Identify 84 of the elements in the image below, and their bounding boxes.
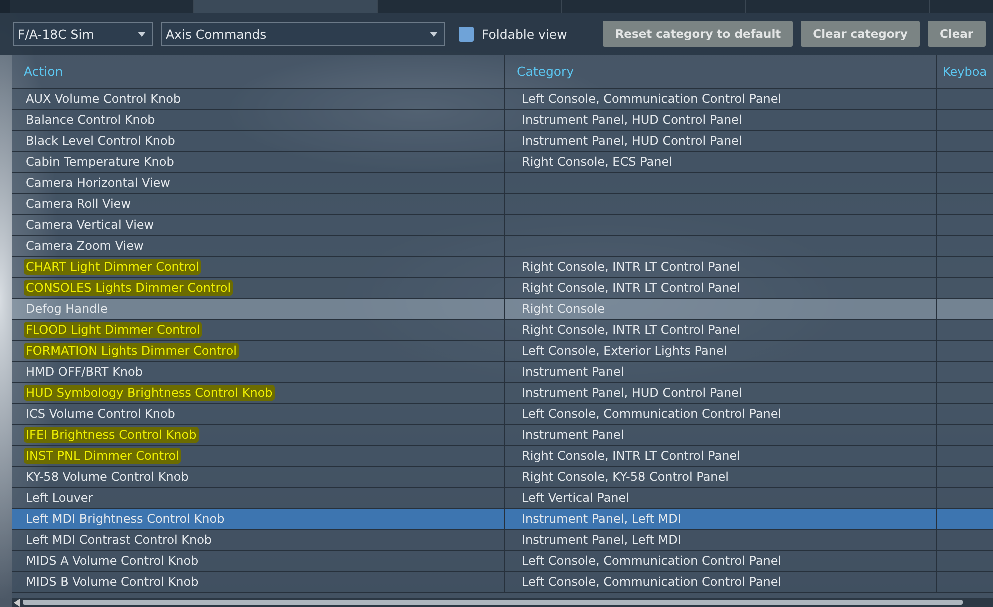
category-cell-text: Left Console, Communication Control Panel bbox=[521, 574, 783, 590]
action-cell: CHART Light Dimmer Control bbox=[24, 259, 202, 275]
category-cell-text: Right Console, INTR LT Control Panel bbox=[521, 448, 742, 464]
aircraft-dropdown[interactable]: F/A-18C Sim bbox=[13, 22, 153, 46]
action-cell-text: HMD OFF/BRT Knob bbox=[25, 364, 144, 380]
category-cell-text: Right Console bbox=[521, 301, 606, 317]
category-cell-text: Left Console, Communication Control Panel bbox=[521, 553, 783, 569]
table-row[interactable]: Left MDI Contrast Control Knob Instrument Panel, Left MDI bbox=[12, 530, 993, 551]
table-row[interactable]: CONSOLES Lights Dimmer Control Right Console, INTR LT Control Panel bbox=[12, 278, 993, 299]
category-cell-text: Instrument Panel, HUD Control Panel bbox=[521, 133, 744, 149]
table-row[interactable]: HUD Symbology Brightness Control Knob Instrument Panel, HUD Control Panel bbox=[12, 383, 993, 404]
action-cell-text: Camera Roll View bbox=[25, 196, 132, 212]
table-row[interactable]: MIDS B Volume Control Knob Left Console, Communication Control Panel bbox=[12, 572, 993, 593]
action-cell-text: Black Level Control Knob bbox=[25, 133, 176, 149]
action-cell-text: Balance Control Knob bbox=[25, 112, 156, 128]
table-row[interactable]: Camera Roll View bbox=[12, 194, 993, 215]
action-cell-text: Camera Horizontal View bbox=[25, 175, 172, 191]
category-cell-text: Right Console, KY-58 Control Panel bbox=[521, 469, 730, 485]
category-cell-text: Instrument Panel, Left MDI bbox=[521, 532, 682, 548]
foldable-view-label: Foldable view bbox=[482, 26, 568, 42]
table-row[interactable]: Black Level Control Knob Instrument Panel, HUD Control Panel bbox=[12, 131, 993, 152]
category-cell-text: Right Console, INTR LT Control Panel bbox=[521, 322, 742, 338]
table-row[interactable]: FORMATION Lights Dimmer Control Left Console, Exterior Lights Panel bbox=[12, 341, 993, 362]
tab[interactable] bbox=[562, 0, 746, 13]
tab[interactable] bbox=[746, 0, 930, 13]
tab[interactable] bbox=[10, 0, 194, 13]
action-cell: HUD Symbology Brightness Control Knob bbox=[24, 385, 275, 401]
category-dropdown[interactable]: Axis Commands bbox=[161, 22, 445, 46]
category-cell-text: Left Console, Communication Control Panel bbox=[521, 91, 783, 107]
category-cell-text: Left Vertical Panel bbox=[521, 490, 630, 506]
table-row[interactable]: AUX Volume Control Knob Left Console, Communication Control Panel bbox=[12, 89, 993, 110]
action-cell-text: MIDS B Volume Control Knob bbox=[25, 574, 200, 590]
table-row[interactable]: Camera Vertical View bbox=[12, 215, 993, 236]
action-cell-text: MIDS A Volume Control Knob bbox=[25, 553, 200, 569]
action-cell-text: Defog Handle bbox=[25, 301, 109, 317]
table-row[interactable]: KY-58 Volume Control Knob Right Console, KY-58 Control Panel bbox=[12, 467, 993, 488]
table-row[interactable]: Balance Control Knob Instrument Panel, HUD Control Panel bbox=[12, 110, 993, 131]
table-row[interactable]: Camera Zoom View bbox=[12, 236, 993, 257]
action-cell: IFEI Brightness Control Knob bbox=[24, 427, 199, 443]
table-row[interactable]: ICS Volume Control Knob Left Console, Communication Control Panel bbox=[12, 404, 993, 425]
table-row[interactable]: Left MDI Brightness Control Knob Instrument Panel, Left MDI bbox=[12, 509, 993, 530]
action-cell: FLOOD Light Dimmer Control bbox=[24, 322, 202, 338]
action-cell-text: AUX Volume Control Knob bbox=[25, 91, 182, 107]
category-cell-text: Right Console, INTR LT Control Panel bbox=[521, 259, 742, 275]
action-cell-text: KY-58 Volume Control Knob bbox=[25, 469, 190, 485]
category-cell-text: Instrument Panel, Left MDI bbox=[521, 511, 682, 527]
category-cell-text: Instrument Panel, HUD Control Panel bbox=[521, 385, 744, 401]
action-cell-text: ICS Volume Control Knob bbox=[25, 406, 176, 422]
action-cell-text: Camera Zoom View bbox=[25, 238, 145, 254]
category-cell-text: Instrument Panel bbox=[521, 364, 626, 380]
table-row[interactable]: Defog Handle Right Console bbox=[12, 299, 993, 320]
action-cell-text: Left MDI Brightness Control Knob bbox=[25, 511, 226, 527]
action-cell-text: Cabin Temperature Knob bbox=[25, 154, 176, 170]
action-cell-text: Left MDI Contrast Control Knob bbox=[25, 532, 214, 548]
action-cell: INST PNL Dimmer Control bbox=[24, 448, 182, 464]
table-row[interactable]: HMD OFF/BRT Knob Instrument Panel bbox=[12, 362, 993, 383]
action-cell-text: Camera Vertical View bbox=[25, 217, 156, 233]
tab[interactable] bbox=[194, 0, 378, 13]
table-row[interactable]: INST PNL Dimmer Control Right Console, INTR LT Control Panel bbox=[12, 446, 993, 467]
category-cell-text: Instrument Panel, HUD Control Panel bbox=[521, 112, 744, 128]
category-cell-text: Instrument Panel bbox=[521, 427, 626, 443]
category-cell-text: Right Console, ECS Panel bbox=[521, 154, 674, 170]
category-cell-text: Left Console, Communication Control Panel bbox=[521, 406, 783, 422]
table-row[interactable]: Left Louver Left Vertical Panel bbox=[12, 488, 993, 509]
table-row[interactable]: Camera Horizontal View bbox=[12, 173, 993, 194]
horizontal-scrollbar[interactable] bbox=[12, 598, 993, 607]
column-header[interactable]: Keyboa bbox=[937, 55, 993, 88]
table-row[interactable]: FLOOD Light Dimmer Control Right Console, INTR LT Control Panel bbox=[12, 320, 993, 341]
category-cell-text: Right Console, INTR LT Control Panel bbox=[521, 280, 742, 296]
table-row[interactable]: CHART Light Dimmer Control Right Console, INTR LT Control Panel bbox=[12, 257, 993, 278]
table-row[interactable]: Cabin Temperature Knob Right Console, ECS Panel bbox=[12, 152, 993, 173]
tab[interactable] bbox=[378, 0, 562, 13]
foldable-view-checkbox[interactable] bbox=[459, 26, 474, 42]
column-header[interactable]: Category bbox=[505, 55, 937, 88]
column-header[interactable]: Action bbox=[12, 55, 505, 88]
action-cell: FORMATION Lights Dimmer Control bbox=[24, 343, 239, 359]
scroll-left-icon[interactable] bbox=[14, 598, 20, 606]
category-cell-text: Left Console, Exterior Lights Panel bbox=[521, 343, 728, 359]
table-row[interactable]: MIDS A Volume Control Knob Left Console, Communication Control Panel bbox=[12, 551, 993, 572]
action-cell-text: Left Louver bbox=[25, 490, 94, 506]
table-row[interactable]: IFEI Brightness Control Knob Instrument Panel bbox=[12, 425, 993, 446]
action-cell: CONSOLES Lights Dimmer Control bbox=[24, 280, 234, 296]
caret-icon bbox=[138, 32, 146, 36]
caret-icon bbox=[430, 32, 438, 36]
